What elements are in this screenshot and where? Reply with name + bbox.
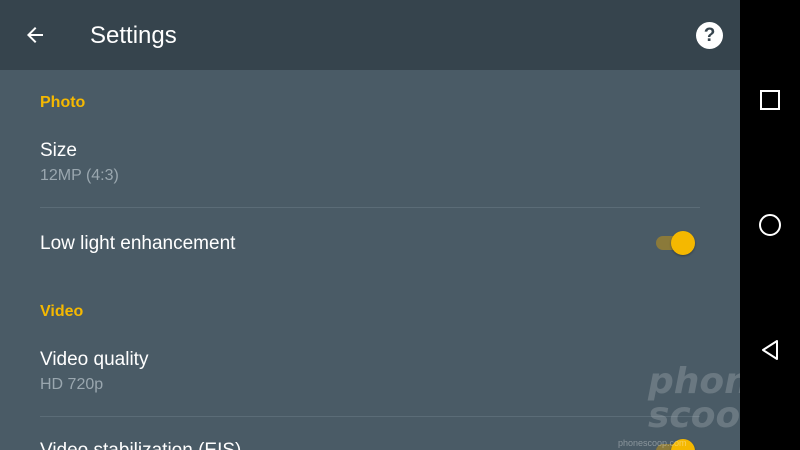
nav-back-button[interactable]	[755, 335, 785, 365]
section-header-video: Video	[40, 303, 84, 320]
recents-button[interactable]	[755, 85, 785, 115]
page-title: Settings	[90, 22, 177, 49]
app-bar: Settings ?	[0, 0, 740, 70]
setting-value-size: 12MP (4:3)	[40, 167, 119, 184]
circle-icon	[759, 214, 781, 236]
square-icon	[760, 90, 780, 110]
setting-row-size[interactable]	[0, 126, 740, 206]
triangle-back-icon	[762, 340, 778, 360]
question-mark-icon: ?	[703, 25, 716, 46]
back-button[interactable]	[18, 18, 52, 52]
low-light-toggle[interactable]	[656, 231, 696, 255]
arrow-left-icon	[27, 27, 43, 43]
home-button[interactable]	[755, 210, 785, 240]
help-button[interactable]: ?	[696, 22, 723, 49]
setting-title-video-quality: Video quality	[40, 349, 149, 370]
setting-value-video-quality: HD 720p	[40, 376, 104, 393]
setting-title-low-light: Low light enhancement	[40, 233, 236, 254]
setting-title-stabilization: Video stabilization (EIS)	[40, 440, 241, 450]
toggle-thumb	[671, 231, 695, 255]
system-nav-bar	[740, 0, 800, 450]
setting-title-size: Size	[40, 140, 77, 161]
setting-row-video-quality[interactable]	[0, 336, 740, 416]
section-header-photo: Photo	[40, 94, 86, 111]
watermark-url: phonescoop.com	[618, 438, 687, 448]
settings-screen: Settings ? Photo Size 12MP (4:3) Low lig…	[0, 0, 740, 450]
